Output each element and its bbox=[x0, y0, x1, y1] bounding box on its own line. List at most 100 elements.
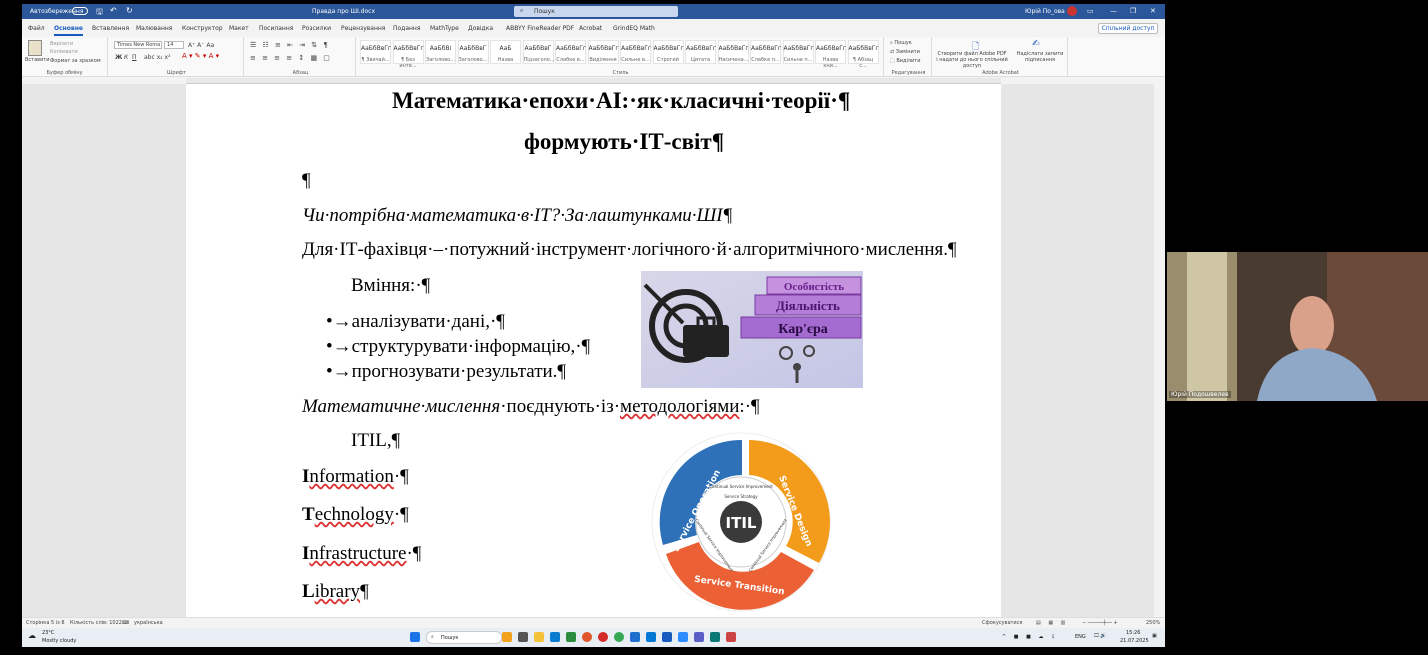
avatar[interactable] bbox=[1067, 6, 1077, 16]
edge-icon[interactable] bbox=[646, 632, 656, 642]
align-icons[interactable]: ≡ ≡ ≡ ≡ ↕ ▦ ▢ bbox=[250, 54, 332, 62]
redo-icon[interactable]: ↻ bbox=[126, 6, 133, 15]
request-signature-icon[interactable]: ✍ bbox=[1032, 39, 1040, 49]
create-pdf-button[interactable]: Створити файл Adobe PDF і надати до ньог… bbox=[936, 51, 1008, 69]
app-icon[interactable] bbox=[726, 632, 736, 642]
strike-sub-sup-icons[interactable]: abc x₂ x² bbox=[144, 54, 171, 61]
restore-button[interactable]: ❐ bbox=[1130, 7, 1136, 15]
style-gallery-item[interactable]: АаБбВвГг Сильне в... bbox=[620, 40, 651, 64]
close-button[interactable]: ✕ bbox=[1150, 7, 1156, 15]
style-gallery-item[interactable]: АаБ Назва bbox=[490, 40, 521, 64]
itil-diagram[interactable]: ITIL Service Operation Service Design Se… bbox=[649, 430, 833, 614]
undo-icon[interactable]: ↶ bbox=[110, 6, 117, 15]
style-gallery-item[interactable]: АаБбВвГг Виділення bbox=[587, 40, 619, 64]
word-count[interactable]: Кількість слів: 1022 bbox=[70, 620, 122, 626]
format-painter-button[interactable]: Формат за зразком bbox=[50, 58, 101, 64]
request-signature-button[interactable]: Надіслати запити підписання bbox=[1014, 51, 1066, 63]
document-title[interactable]: Правда про ШІ.docx bbox=[312, 8, 375, 15]
vertical-scrollbar[interactable] bbox=[1154, 84, 1165, 619]
outlook-icon[interactable] bbox=[630, 632, 640, 642]
app-icon[interactable] bbox=[566, 632, 576, 642]
webcam-video-tile[interactable]: Юрій Подошвелев bbox=[1167, 252, 1428, 401]
tab-draw[interactable]: Малювання bbox=[136, 25, 172, 32]
select-button[interactable]: ⬚ Виділити bbox=[890, 58, 920, 64]
style-gallery-item[interactable]: АаБбВвГг Сильне п... bbox=[782, 40, 814, 64]
temperature[interactable]: 23°C bbox=[42, 630, 54, 636]
tab-view[interactable]: Подання bbox=[393, 25, 420, 32]
ribbon-display-icon[interactable]: ▭ bbox=[1087, 7, 1094, 15]
save-icon[interactable]: 🖫 bbox=[96, 6, 103, 20]
focus-button[interactable]: Сфокусуватися bbox=[982, 620, 1022, 626]
opera-icon[interactable] bbox=[598, 632, 608, 642]
task-view-icon[interactable] bbox=[518, 632, 528, 642]
autosave-toggle[interactable] bbox=[72, 7, 88, 15]
chrome-icon[interactable] bbox=[614, 632, 624, 642]
style-gallery-item[interactable]: АаБбВвГ Заголово... bbox=[457, 40, 489, 64]
style-gallery-item[interactable]: АаБбВвГг Насичена... bbox=[717, 40, 749, 64]
find-button[interactable]: ⌕ Пошук bbox=[890, 40, 912, 46]
style-gallery-item[interactable]: АаБбВвГг ¶ Абзац с... bbox=[847, 40, 879, 69]
teams-icon[interactable] bbox=[694, 632, 704, 642]
style-gallery-item[interactable]: АаБбВвГг Цитата bbox=[685, 40, 716, 64]
copy-button[interactable]: Копіювати bbox=[50, 49, 78, 55]
tab-mathtype[interactable]: MathType bbox=[430, 25, 459, 32]
minimize-button[interactable]: — bbox=[1110, 7, 1117, 15]
style-gallery-item[interactable]: АаБбВвГг ¶ Без инте... bbox=[392, 40, 424, 69]
tab-acrobat[interactable]: Acrobat bbox=[579, 25, 602, 32]
style-gallery-item[interactable]: АаБбВвГг ¶ Звичай... bbox=[360, 40, 391, 64]
paste-icon[interactable] bbox=[28, 40, 42, 56]
tab-home[interactable]: Основне bbox=[54, 25, 83, 36]
store-icon[interactable] bbox=[550, 632, 560, 642]
network-volume-icon[interactable]: 🖵 🔊 bbox=[1094, 633, 1107, 639]
tab-grindeq[interactable]: GrindEQ Math bbox=[613, 25, 655, 32]
tab-review[interactable]: Рецензування bbox=[341, 25, 385, 32]
tray-icons[interactable]: ^ ■ ■ ☁ ⇩ bbox=[1002, 634, 1058, 640]
taskbar-search[interactable]: ⌕ Пошук bbox=[426, 631, 502, 644]
tab-design[interactable]: Конструктор bbox=[182, 25, 223, 32]
cut-button[interactable]: Вирізати bbox=[50, 41, 73, 47]
notification-icon[interactable]: ▣ bbox=[1152, 633, 1157, 639]
zoom-app-icon[interactable] bbox=[678, 632, 688, 642]
tab-abbyy[interactable]: ABBYY FineReader PDF bbox=[506, 25, 574, 32]
tab-mailings[interactable]: Розсилки bbox=[302, 25, 331, 32]
bold-icon[interactable]: Ж bbox=[115, 54, 122, 61]
share-button[interactable]: Спільний доступ bbox=[1098, 23, 1158, 34]
language-status[interactable]: українська bbox=[134, 620, 163, 626]
grow-font-icon[interactable]: A⁺ A⁻ Aa bbox=[188, 42, 214, 49]
style-gallery-item[interactable]: АаБбВвГг Назва кни... bbox=[815, 40, 846, 69]
file-explorer-icon[interactable] bbox=[534, 632, 544, 642]
page-count[interactable]: Сторінка 5 із 8 bbox=[26, 620, 65, 626]
italic-icon[interactable]: К bbox=[124, 54, 128, 61]
windows-start-icon[interactable] bbox=[410, 632, 420, 642]
style-gallery-item[interactable]: АаБбВі Заголово... bbox=[425, 40, 456, 64]
firefox-icon[interactable] bbox=[582, 632, 592, 642]
tab-file[interactable]: Файл bbox=[28, 25, 45, 32]
font-size-select[interactable]: 14 bbox=[164, 41, 184, 49]
search-box[interactable]: ⌕ Пошук bbox=[514, 6, 678, 17]
widgets-icon[interactable] bbox=[502, 632, 512, 642]
tab-layout[interactable]: Макет bbox=[229, 25, 249, 32]
document-page[interactable]: Математика·епохи·АІ:·як·класичні·теорії·… bbox=[186, 84, 1001, 619]
style-gallery-item[interactable]: АаБбВвГг Слабке в... bbox=[555, 40, 586, 64]
clock-date[interactable]: 21.07.2025 bbox=[1120, 638, 1149, 644]
style-gallery-item[interactable]: АаБбВвГ Підзаголо... bbox=[522, 40, 555, 64]
clock-time[interactable]: 15:26 bbox=[1126, 630, 1140, 636]
style-gallery-item[interactable]: АаБбВвГг Строгий bbox=[652, 40, 684, 64]
career-image[interactable]: Особистість Діяльність Кар'єра bbox=[641, 271, 863, 388]
tab-references[interactable]: Посилання bbox=[259, 25, 293, 32]
replace-button[interactable]: ⇄ Замінити bbox=[890, 49, 920, 55]
app-icon[interactable] bbox=[710, 632, 720, 642]
weather-text[interactable]: Mostly cloudy bbox=[42, 638, 76, 644]
input-language[interactable]: ENG bbox=[1075, 634, 1086, 640]
zoom-level[interactable]: 250% bbox=[1146, 620, 1160, 626]
style-gallery-item[interactable]: АаБбВвГг Слабке п... bbox=[750, 40, 781, 64]
font-color-icon[interactable]: A ▾ ✎ ▾ A ▾ bbox=[182, 52, 219, 60]
tab-help[interactable]: Довідка bbox=[468, 25, 493, 32]
view-mode-icons[interactable]: ▤ ▦ ▥ bbox=[1036, 620, 1068, 626]
list-icons[interactable]: ☰ ☷ ≡ ⇤ ⇥ ⇅ ¶ bbox=[250, 41, 330, 49]
word-icon[interactable] bbox=[662, 632, 672, 642]
zoom-slider[interactable]: − ─────┼── + bbox=[1082, 620, 1118, 626]
underline-icon[interactable]: П bbox=[132, 54, 137, 61]
user-name[interactable]: Юрій По_ова bbox=[1025, 8, 1065, 15]
tab-insert[interactable]: Вставлення bbox=[92, 25, 129, 32]
